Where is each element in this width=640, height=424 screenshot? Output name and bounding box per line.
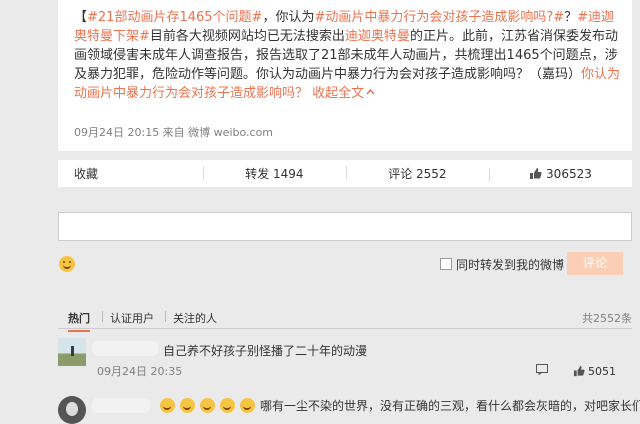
smiley-icon[interactable] — [59, 256, 75, 272]
comment-button[interactable]: 评论 2552 — [345, 165, 489, 182]
grin-emoji-icon — [160, 398, 175, 413]
collapse-label: 收起全文 — [312, 86, 365, 101]
action-bar: 收藏 转发 1494 评论 2552 306523 — [58, 160, 632, 187]
like-count: 306523 — [546, 166, 592, 181]
post-text: 【#21部动画片存1465个问题#，你认为#动画片中暴力行为会对孩子造成影响吗?… — [74, 8, 622, 103]
comment-text-2: 哪有一尘不染的世界，没有正确的三观，看什么都会灰暗的，对吧家长们 — [260, 399, 640, 413]
post-mid1: ，你认为 — [262, 10, 315, 25]
grin-emoji-icon — [200, 398, 215, 413]
topic-21-cartoons[interactable]: #21部动画片存1465个问题# — [87, 10, 262, 25]
blurred-username[interactable] — [92, 398, 150, 413]
post-body1: 目前各大视频网站均已无法搜索出 — [149, 29, 345, 44]
collapse-link[interactable]: 收起全文 — [312, 86, 375, 101]
repost-label: 转发 1494 — [245, 167, 304, 181]
thumbs-up-icon — [530, 167, 542, 179]
post-mid2: ？ — [564, 10, 578, 25]
grin-emoji-icon — [220, 398, 235, 413]
collect-label: 收藏 — [74, 167, 99, 181]
comment-filter-tabs: 热门 认证用户 关注的人 共2552条 — [58, 306, 632, 332]
tab-divider — [165, 311, 166, 322]
avatar[interactable] — [58, 396, 86, 424]
blurred-username[interactable] — [92, 341, 158, 356]
grin-emoji-icon — [180, 398, 195, 413]
comment-label: 评论 2552 — [388, 167, 447, 181]
weibo-post-card: 【#21部动画片存1465个问题#，你认为#动画片中暴力行为会对孩子造成影响吗?… — [58, 0, 632, 151]
tab-hot[interactable]: 热门 — [68, 310, 90, 332]
tab-verified[interactable]: 认证用户 — [110, 310, 154, 326]
submit-comment-button[interactable]: 评论 — [567, 252, 623, 275]
also-repost-label: 同时转发到我的微博 — [456, 258, 565, 272]
comment-total: 共2552条 — [582, 312, 632, 325]
topic-violence[interactable]: #动画片中暴力行为会对孩子造成影响吗?# — [314, 10, 564, 25]
thumbs-up-icon — [573, 365, 585, 377]
chevron-up-icon — [366, 88, 375, 95]
repost-button[interactable]: 转发 1494 — [202, 165, 346, 182]
link-tiga[interactable]: 迪迦奥特曼 — [345, 29, 410, 44]
also-repost-checkbox[interactable] — [440, 258, 452, 270]
reply-icon[interactable] — [536, 364, 548, 375]
collect-button[interactable]: 收藏 — [58, 165, 203, 182]
comment-like-count: 5051 — [588, 365, 616, 378]
tab-divider — [102, 311, 103, 322]
tab-following[interactable]: 关注的人 — [173, 310, 217, 326]
post-meta: 09月24日 20:15 来自 微博 weibo.com — [74, 126, 274, 139]
comment-time: 09月24日 20:35 — [97, 365, 183, 378]
comment-text: 自己养不好孩子别怪播了二十年的动漫 — [163, 344, 368, 358]
comment-text: 哪有一尘不染的世界，没有正确的三观，看什么都会灰暗的，对吧家长们 — [160, 397, 640, 414]
comment-like-button[interactable]: 5051 — [573, 365, 616, 378]
post-bracket: 【 — [74, 10, 88, 25]
comment-input[interactable] — [58, 212, 632, 241]
grin-emoji-icon — [240, 398, 255, 413]
avatar[interactable] — [58, 338, 86, 366]
like-button[interactable]: 306523 — [488, 166, 632, 182]
